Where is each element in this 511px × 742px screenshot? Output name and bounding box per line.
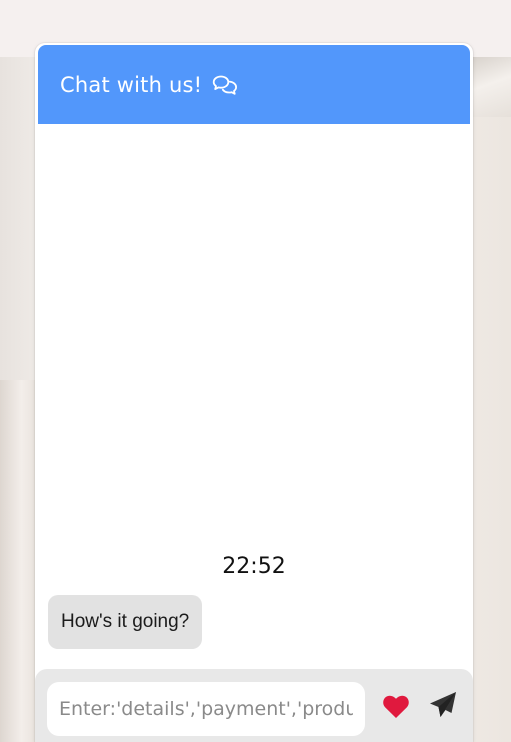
send-button[interactable]	[427, 691, 459, 723]
like-button[interactable]	[381, 693, 411, 723]
send-icon	[429, 691, 457, 723]
chat-title: Chat with us!	[60, 72, 203, 97]
chat-input-bar	[35, 669, 473, 742]
page-root: Chat with us! 22:52 How's it going?	[0, 0, 511, 742]
background-shadow-left	[0, 380, 36, 742]
chat-widget: Chat with us! 22:52 How's it going?	[35, 43, 473, 742]
comments-icon	[212, 74, 238, 96]
heart-icon	[382, 694, 410, 723]
background-shadow-right	[471, 57, 511, 117]
message-timestamp: 22:52	[222, 554, 286, 579]
chat-input[interactable]	[47, 682, 365, 736]
message-bubble: How's it going?	[48, 595, 203, 649]
chat-header[interactable]: Chat with us!	[38, 45, 470, 124]
chat-messages[interactable]: 22:52 How's it going?	[38, 124, 470, 669]
